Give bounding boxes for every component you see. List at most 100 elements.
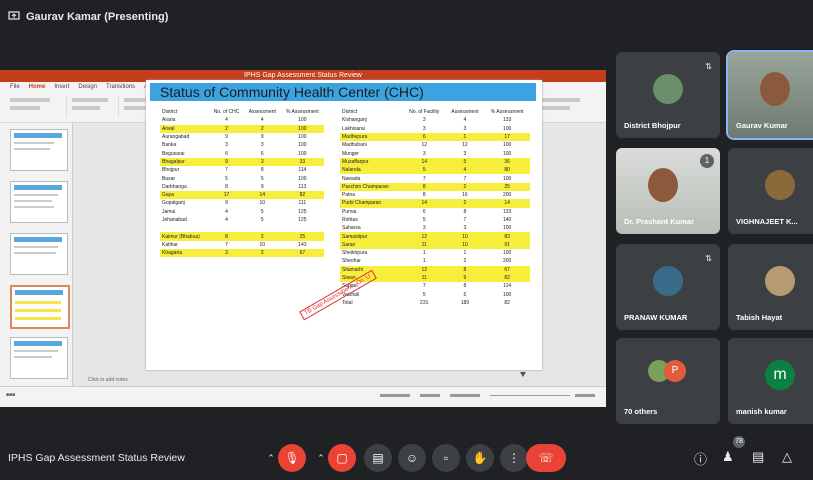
table-cell: Purnia — [342, 208, 357, 215]
activities-icon[interactable]: △ — [782, 449, 792, 465]
status-left: ■■■ — [6, 392, 15, 398]
top-bar: Gaurav Kamar (Presenting) — [0, 0, 813, 36]
participant-tile[interactable]: Gaurav Kumar — [726, 50, 813, 140]
participant-tile[interactable]: ⇅ PRANAW KUMAR — [616, 244, 720, 330]
table-cell: 9 — [225, 200, 228, 207]
table-cell: 5 — [225, 175, 228, 182]
slide-thumbnail[interactable] — [10, 233, 68, 275]
table-cell: 8 — [463, 283, 467, 290]
table-cell: 100 — [502, 291, 512, 298]
table-row: Saharsa 3 3 100 — [340, 224, 530, 232]
table-cell: 7 — [463, 217, 467, 223]
table-row: Buxar 5 5 100 — [160, 174, 324, 182]
column-header: % Assessment — [285, 109, 319, 116]
present-icon[interactable]: ▫ — [432, 444, 460, 472]
raise-hand-icon[interactable]: ✋ — [466, 444, 494, 472]
table-cell: 4 — [463, 117, 467, 124]
ribbon-tab[interactable]: Design — [78, 84, 97, 90]
ribbon-tab[interactable]: Home — [29, 84, 46, 90]
table-cell: 14 — [402, 199, 446, 208]
table-cell: 133 — [502, 208, 512, 215]
table-row: Kaimur (Bhabua) 8 2 25 — [160, 232, 324, 241]
table-cell: 114 — [298, 167, 307, 174]
info-icon[interactable]: ⓘ — [694, 449, 707, 468]
table-cell: Buxar — [162, 175, 176, 182]
table-cell: 3 — [463, 225, 467, 232]
table-row: Katihar 7 10 143 — [160, 241, 324, 249]
table-cell: 3 — [243, 157, 281, 167]
table-cell: 5 — [422, 217, 426, 223]
people-icon[interactable]: ♟ — [722, 449, 734, 465]
tile-badge: 1 — [700, 154, 714, 168]
slide-thumbnail-selected[interactable] — [10, 285, 70, 329]
participant-tile[interactable]: m manish kumar — [728, 338, 813, 424]
column-header: Assessment — [451, 109, 479, 116]
slide-thumbnail[interactable] — [10, 129, 68, 171]
table-cell: 12 — [402, 265, 446, 274]
more-vert-icon[interactable]: ⋮ — [500, 444, 528, 472]
table-cell — [244, 224, 281, 232]
chat-icon[interactable]: ▤ — [752, 449, 764, 465]
column-header: District — [342, 109, 358, 116]
pin-icon[interactable]: ⇅ — [705, 254, 712, 263]
table-row: Lakhisarai 3 3 100 — [340, 125, 530, 133]
slide-thumbnail[interactable] — [10, 181, 68, 223]
camera-off-icon[interactable]: ▢ — [328, 444, 356, 472]
zoom-controls[interactable] — [380, 391, 600, 401]
table-cell: 9 — [260, 183, 264, 190]
table-cell: 100 — [502, 225, 512, 232]
meeting-info: abc-defg-hijIPHS Gap Assessment Status R… — [8, 452, 185, 464]
ppt-statusbar: Click to add notes ■■■ — [0, 377, 606, 407]
table-cell: 12 — [421, 142, 427, 149]
ribbon-tab[interactable]: Transitions — [106, 84, 135, 90]
participant-name: Gaurav Kumar — [736, 121, 788, 130]
table-cell: Araria — [162, 117, 176, 124]
participant-tile[interactable]: ⇅ District Bhojpur — [616, 52, 720, 138]
table-cell: 11 — [402, 273, 446, 283]
table-cell: 125 — [298, 217, 307, 223]
slide-indicator: ■■■ — [6, 392, 16, 398]
participant-tile[interactable]: 1 Dr. Prashant Kumar — [616, 148, 720, 234]
table-cell — [160, 224, 209, 232]
table-cell: 2 — [463, 258, 467, 265]
table-cell: 133 — [502, 117, 512, 124]
emoji-icon[interactable]: ☺ — [398, 444, 426, 472]
participant-name: Dr. Prashant Kumar — [624, 217, 695, 226]
table-cell: Gaya — [160, 190, 210, 200]
participant-tile[interactable]: VIGHNAJEET K... — [728, 148, 813, 234]
table-cell: Kishanganj — [342, 117, 367, 124]
table-row: Araria 4 4 100 — [160, 116, 324, 124]
table-cell: 5 — [260, 175, 264, 182]
captions-icon[interactable]: ▤ — [364, 444, 392, 472]
table-cell: 80 — [484, 166, 530, 175]
slide-thumbnails[interactable] — [0, 123, 73, 386]
table-cell: 3 — [209, 249, 244, 258]
ribbon-tab[interactable]: File — [10, 84, 20, 90]
table-cell: Lakhisarai — [342, 125, 365, 132]
notes-placeholder[interactable]: Click to add notes — [88, 377, 128, 383]
table-cell: Jamui — [162, 208, 176, 215]
table-row: Samastipur 12 10 83 — [340, 232, 530, 241]
avatar-letter: m — [765, 360, 795, 390]
slide-thumbnail[interactable] — [10, 337, 68, 379]
ribbon-tab[interactable]: Insert — [54, 84, 69, 90]
mic-options-caret-icon[interactable]: ⌃ — [266, 444, 276, 472]
table-cell — [209, 224, 244, 232]
participant-tile[interactable]: Tabish Hayat — [728, 244, 813, 330]
table-cell: 200 — [502, 258, 512, 265]
table-cell: 4 — [225, 217, 228, 223]
table-cell: Paschim Champaran — [340, 182, 403, 191]
call-end-icon[interactable]: ☏ — [526, 444, 566, 472]
table-cell: 17 — [209, 190, 244, 200]
table-cell: 9 — [225, 134, 228, 141]
table-row: Sheohar 1 2 200 — [340, 257, 530, 265]
participant-name: 70 others — [624, 407, 658, 416]
mic-off-icon[interactable]: 🎙 — [278, 444, 306, 472]
table-cell: Munger — [342, 150, 359, 157]
table-cell: 3 — [422, 150, 426, 157]
participant-tile[interactable]: P 70 others — [616, 338, 720, 424]
pin-icon[interactable]: ⇅ — [705, 62, 712, 71]
table-cell: 16 — [462, 192, 468, 199]
camera-options-caret-icon[interactable]: ⌃ — [316, 444, 326, 472]
table-row: Paschim Champaran 8 2 25 — [340, 182, 530, 191]
